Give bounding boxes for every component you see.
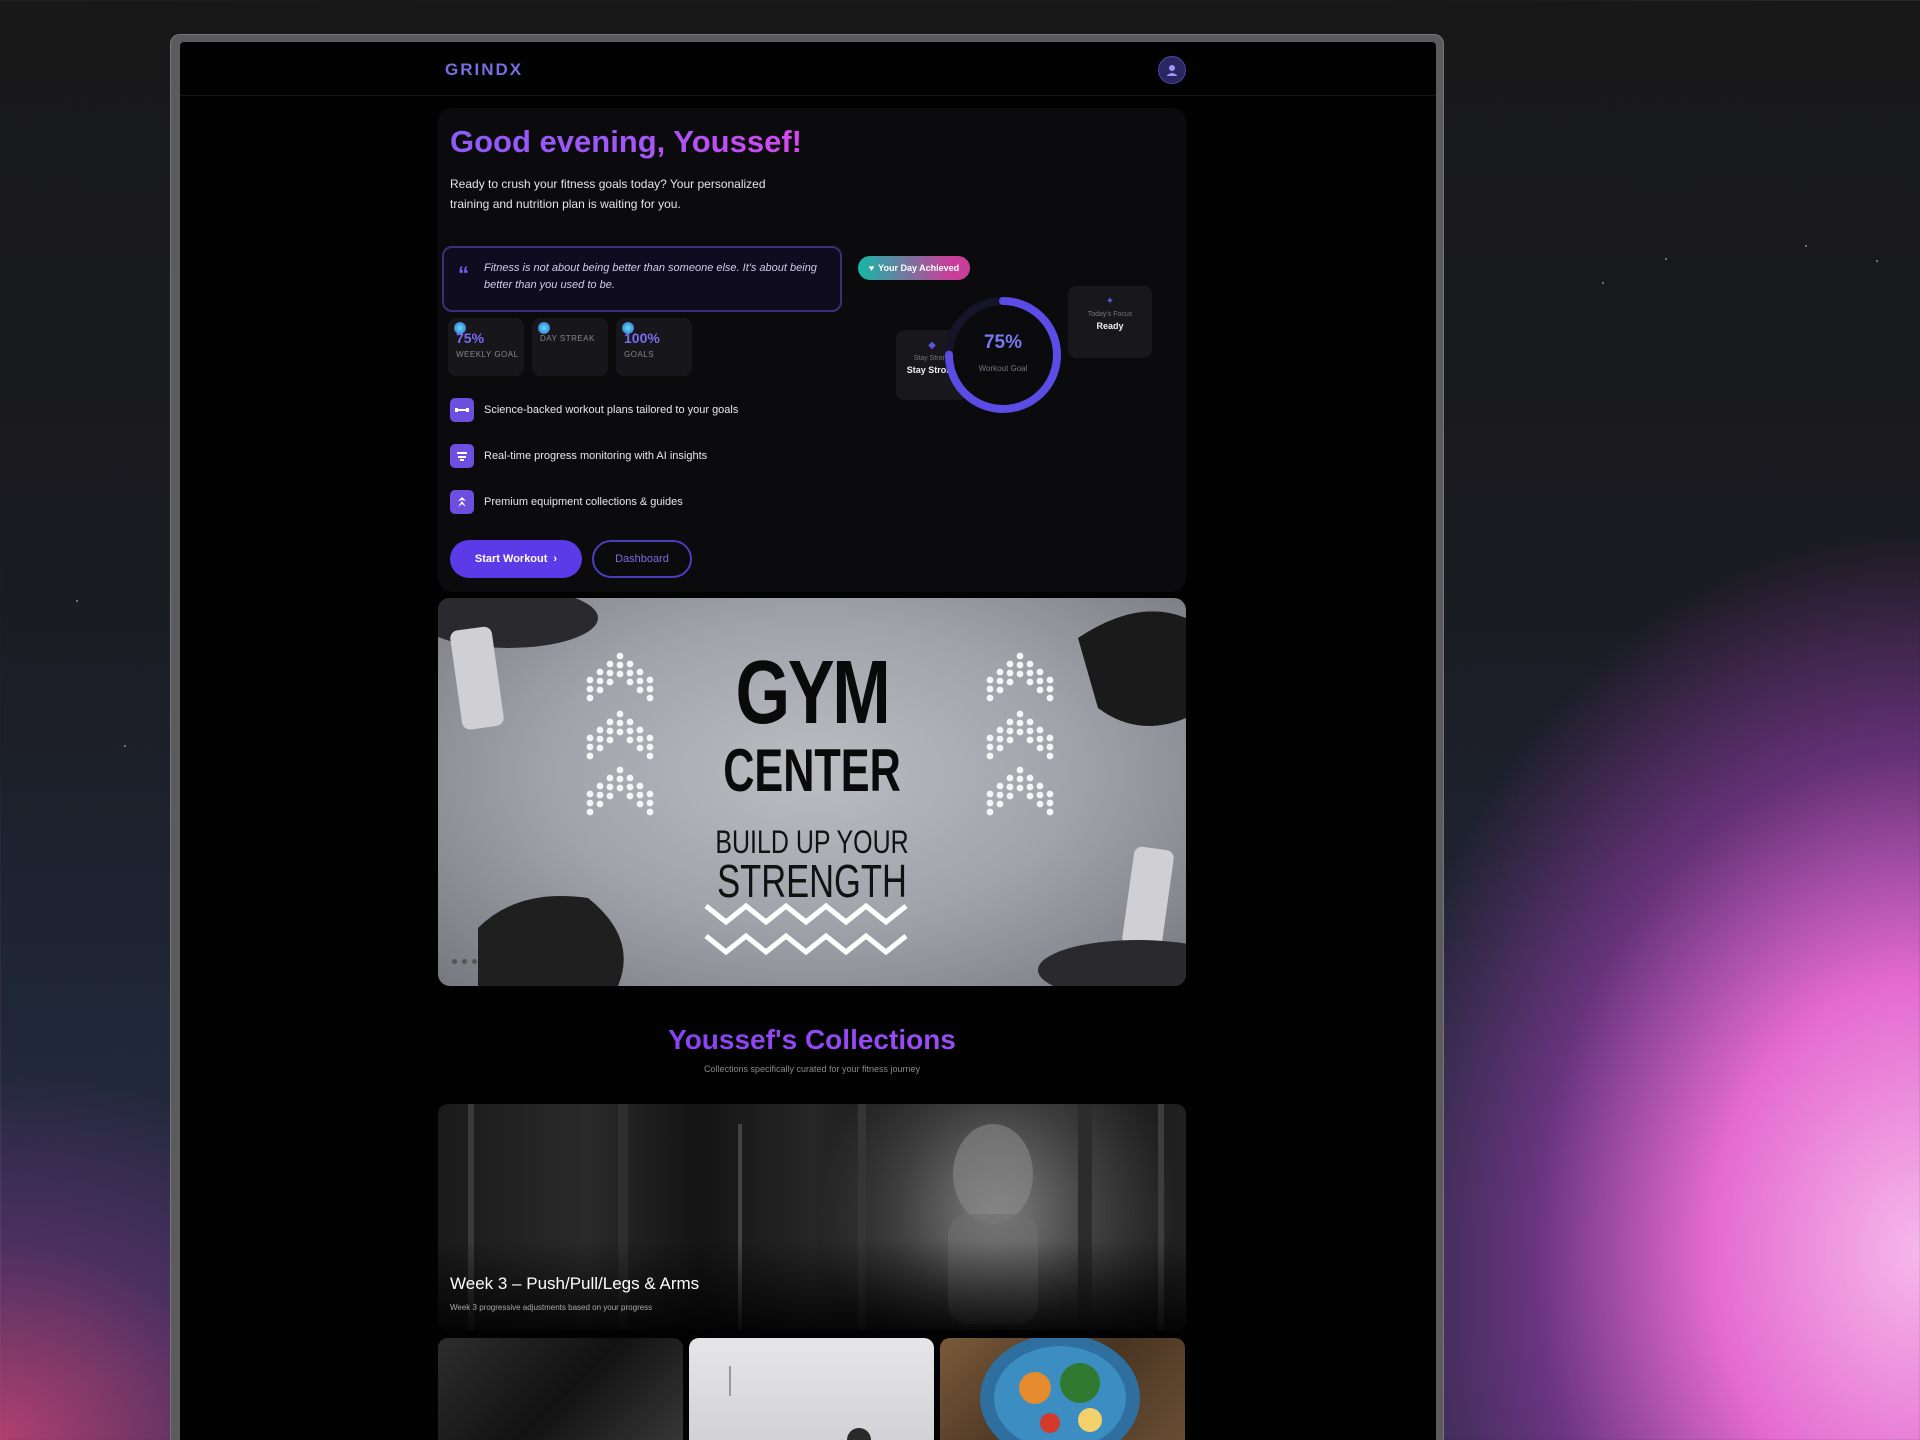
feature-item: Science-backed workout plans tailored to… bbox=[450, 398, 738, 422]
star-decoration bbox=[1665, 258, 1667, 260]
stat-label: WEEKLY GOAL bbox=[456, 350, 519, 359]
greeting-heading: Good evening, Youssef! bbox=[450, 124, 802, 159]
chevron-dot bbox=[586, 808, 594, 816]
heart-icon: ♥ bbox=[868, 263, 875, 273]
stat-card: 100% GOALS bbox=[616, 318, 692, 376]
stat-card: 75% WEEKLY GOAL bbox=[448, 318, 524, 376]
collections-subtitle: Collections specifically curated for you… bbox=[703, 1064, 921, 1074]
hero-card: Good evening, Youssef! Ready to crush yo… bbox=[438, 108, 1186, 592]
dumbbell-icon bbox=[450, 398, 474, 422]
stat-orb-icon bbox=[454, 322, 466, 334]
banner-title-line1: GYM bbox=[735, 643, 891, 743]
chevron-dot bbox=[646, 808, 654, 816]
feature-list: Science-backed workout plans tailored to… bbox=[450, 398, 738, 536]
equipment-icon bbox=[450, 490, 474, 514]
sparkle-icon: ✦ bbox=[1105, 296, 1115, 307]
progress-ring: 75% Workout Goal bbox=[940, 292, 1066, 418]
status-card-caption: Today's Focus bbox=[1087, 311, 1133, 318]
motivational-quote: “ Fitness is not about being better than… bbox=[442, 246, 842, 312]
featured-collection-title: Week 3 – Push/Pull/Legs & Arms bbox=[450, 1274, 700, 1293]
intro-text: Ready to crush your fitness goals today?… bbox=[450, 177, 766, 211]
star-decoration bbox=[124, 745, 126, 747]
chevron-dot bbox=[1046, 808, 1054, 816]
feature-text: Premium equipment collections & guides bbox=[484, 496, 683, 508]
nutrition-photo bbox=[980, 1338, 1140, 1440]
star-decoration bbox=[1876, 260, 1878, 262]
status-card-value: Ready bbox=[1096, 321, 1124, 331]
banner-title-line2: CENTER bbox=[723, 737, 901, 804]
dashboard-button[interactable]: Dashboard bbox=[592, 540, 692, 578]
progress-ring-value: 75% bbox=[983, 332, 1023, 353]
status-card-right: ✦ Today's Focus Ready bbox=[1068, 286, 1152, 358]
progress-ring-graphic bbox=[945, 297, 1061, 413]
user-avatar-button[interactable] bbox=[1158, 56, 1186, 84]
quote-text: Fitness is not about being better than s… bbox=[484, 262, 817, 291]
stat-label: DAY STREAK bbox=[540, 334, 595, 343]
star-decoration bbox=[1805, 245, 1807, 247]
chevron-right-icon: › bbox=[553, 553, 558, 565]
feature-item: Real-time progress monitoring with AI in… bbox=[450, 444, 738, 468]
collection-grid bbox=[438, 1338, 1186, 1440]
collection-card[interactable] bbox=[940, 1338, 1185, 1440]
achievement-badge: ♥ Your Day Achieved bbox=[858, 256, 970, 280]
gym-banner-carousel[interactable]: GYM CENTER BUILD UP YOUR STRENGTH bbox=[438, 598, 1186, 986]
collections-title: Youssef's Collections bbox=[438, 1024, 1186, 1056]
chevron-dot bbox=[986, 808, 994, 816]
stat-value: 100% bbox=[624, 330, 660, 346]
stat-orb-icon bbox=[538, 322, 550, 334]
top-navigation: GRINDX bbox=[180, 42, 1436, 96]
carousel-dot[interactable] bbox=[462, 959, 467, 964]
carousel-dot[interactable] bbox=[472, 959, 477, 964]
chart-icon bbox=[450, 444, 474, 468]
star-decoration bbox=[1602, 282, 1604, 284]
achievement-badge-label: Your Day Achieved bbox=[878, 263, 960, 273]
page-viewport: GRINDX Good evening, Youssef! Ready to c… bbox=[180, 42, 1436, 1440]
star-decoration bbox=[76, 600, 78, 602]
main-content: Good evening, Youssef! Ready to crush yo… bbox=[438, 108, 1186, 1440]
carousel-indicators[interactable] bbox=[452, 959, 477, 964]
browser-window: GRINDX Good evening, Youssef! Ready to c… bbox=[170, 34, 1444, 1440]
start-workout-label: Start Workout bbox=[474, 553, 548, 565]
progress-ring-caption: Workout Goal bbox=[978, 364, 1028, 373]
stats-row: 75% WEEKLY GOAL DAY STREAK 100% GOALS bbox=[448, 318, 692, 376]
start-workout-button[interactable]: Start Workout › bbox=[450, 540, 582, 578]
workout-photo bbox=[729, 1366, 871, 1440]
user-icon bbox=[1166, 65, 1178, 76]
featured-collection-subtitle: Week 3 progressive adjustments based on … bbox=[450, 1303, 653, 1312]
banner-subtitle-line2: STRENGTH bbox=[717, 855, 907, 907]
carousel-dot[interactable] bbox=[452, 959, 457, 964]
collection-card[interactable] bbox=[689, 1338, 934, 1440]
collection-card[interactable] bbox=[438, 1338, 683, 1440]
brand-logo[interactable]: GRINDX bbox=[445, 60, 523, 80]
quote-icon: “ bbox=[458, 262, 469, 287]
stat-label: GOALS bbox=[624, 350, 655, 359]
stat-orb-icon bbox=[622, 322, 634, 334]
stat-value: 75% bbox=[456, 330, 485, 346]
feature-text: Science-backed workout plans tailored to… bbox=[484, 404, 739, 416]
featured-collection-card[interactable]: Week 3 – Push/Pull/Legs & Arms Week 3 pr… bbox=[438, 1104, 1186, 1330]
stat-card: DAY STREAK bbox=[532, 318, 608, 376]
feature-text: Real-time progress monitoring with AI in… bbox=[484, 450, 708, 462]
feature-item: Premium equipment collections & guides bbox=[450, 490, 738, 514]
